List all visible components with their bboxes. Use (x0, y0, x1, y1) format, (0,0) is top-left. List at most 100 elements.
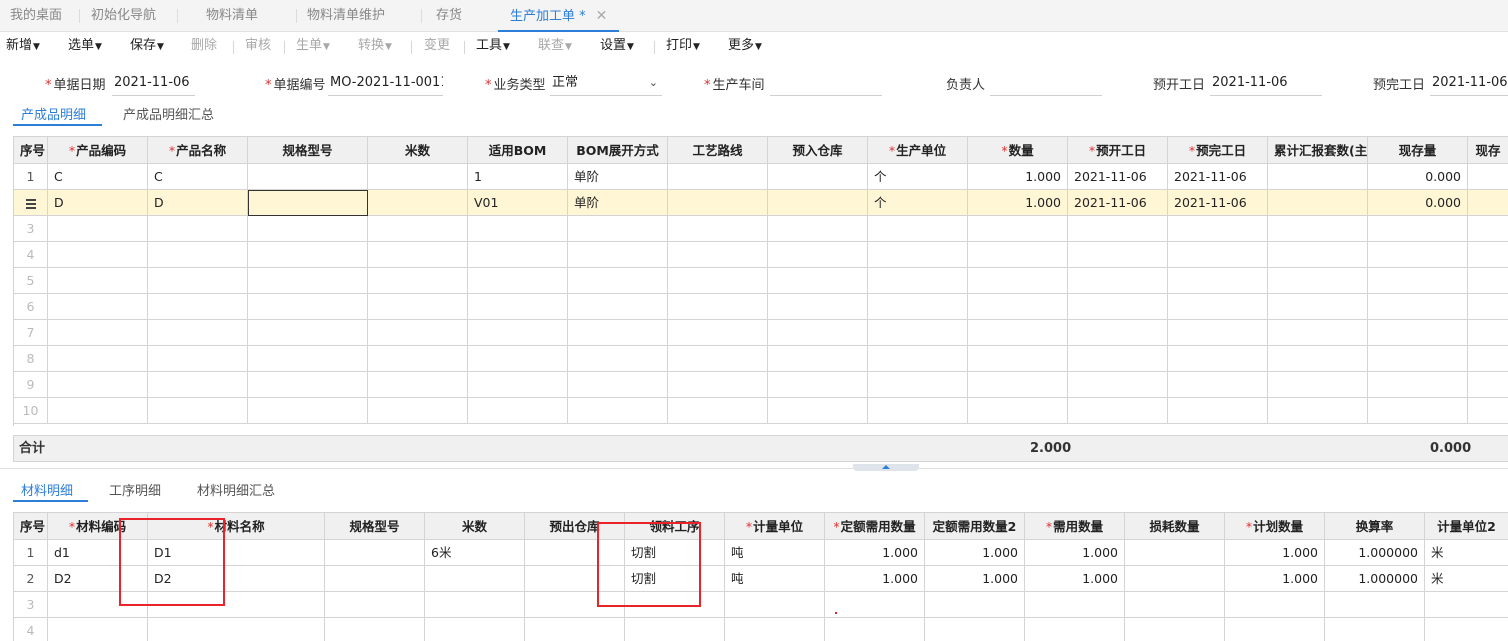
product-cell[interactable] (1368, 346, 1468, 372)
product-cell[interactable] (148, 294, 248, 320)
product-cell[interactable]: V01 (468, 190, 568, 216)
material-cell[interactable]: 6米 (425, 540, 525, 566)
product-cell[interactable] (768, 398, 868, 424)
product-cell[interactable] (1068, 242, 1168, 268)
product-cell[interactable] (248, 372, 368, 398)
material-cell[interactable]: 1.000 (825, 540, 925, 566)
product-cell[interactable] (1068, 320, 1168, 346)
material-cell[interactable]: 吨 (725, 566, 825, 592)
material-cell[interactable] (1225, 618, 1325, 641)
product-cell[interactable]: D (48, 190, 148, 216)
product-cell[interactable] (568, 320, 668, 346)
product-column-header[interactable]: 适用BOM (468, 136, 568, 164)
material-column-header[interactable]: *定额需用数量 (825, 512, 925, 540)
material-cell[interactable] (1125, 540, 1225, 566)
product-cell[interactable] (148, 398, 248, 424)
material-cell[interactable] (325, 566, 425, 592)
product-cell[interactable] (468, 346, 568, 372)
product-column-header[interactable]: 现存量 (1368, 136, 1468, 164)
change-button[interactable]: 变更 (424, 33, 450, 61)
tab-material-summary[interactable]: 材料明细汇总 (197, 480, 275, 499)
tab-production-order[interactable]: 生产加工单 * ✕ (498, 0, 620, 32)
product-cell[interactable] (1168, 372, 1268, 398)
product-cell[interactable] (468, 216, 568, 242)
product-cell[interactable] (248, 164, 368, 190)
product-column-header[interactable]: *预完工日 (1168, 136, 1268, 164)
product-cell[interactable] (368, 294, 468, 320)
product-cell[interactable]: 个 (868, 164, 968, 190)
material-cell[interactable] (1225, 592, 1325, 618)
product-cell[interactable] (248, 320, 368, 346)
product-cell[interactable] (968, 294, 1068, 320)
product-cell[interactable] (248, 216, 368, 242)
product-cell[interactable] (1168, 294, 1268, 320)
product-cell[interactable] (1268, 242, 1368, 268)
product-cell[interactable] (148, 216, 248, 242)
material-cell[interactable] (325, 592, 425, 618)
product-cell[interactable] (1368, 320, 1468, 346)
material-column-header[interactable]: 定额需用数量2 (925, 512, 1025, 540)
select-button[interactable]: 选单▼ (68, 33, 102, 61)
product-cell[interactable] (1268, 294, 1368, 320)
product-cell[interactable] (1268, 320, 1368, 346)
product-cell[interactable] (1268, 268, 1368, 294)
product-cell[interactable] (1468, 372, 1508, 398)
print-button[interactable]: 打印▼ (666, 33, 700, 61)
row-menu-icon[interactable] (14, 190, 48, 216)
product-cell[interactable] (1368, 372, 1468, 398)
product-cell[interactable] (48, 398, 148, 424)
end-date-field[interactable]: 2021-11-06 (1430, 72, 1508, 96)
product-cell[interactable]: 1.000 (968, 164, 1068, 190)
product-cell[interactable] (248, 190, 368, 216)
product-cell[interactable] (468, 398, 568, 424)
product-cell[interactable] (248, 398, 368, 424)
product-cell[interactable]: 单阶 (568, 190, 668, 216)
product-cell[interactable]: 单阶 (568, 164, 668, 190)
product-cell[interactable] (1168, 320, 1268, 346)
product-cell[interactable] (1368, 294, 1468, 320)
material-cell[interactable] (525, 618, 625, 641)
doc-no-field[interactable]: MO-2021-11-0011 (328, 72, 443, 96)
material-cell[interactable] (48, 618, 148, 641)
product-cell[interactable] (1468, 320, 1508, 346)
product-cell[interactable] (148, 372, 248, 398)
product-cell[interactable] (468, 268, 568, 294)
product-cell[interactable] (868, 268, 968, 294)
material-column-header[interactable]: *计量单位 (725, 512, 825, 540)
product-cell[interactable] (368, 398, 468, 424)
material-cell[interactable]: 1.000 (825, 566, 925, 592)
product-cell[interactable] (148, 268, 248, 294)
save-button[interactable]: 保存▼ (130, 33, 164, 61)
product-cell[interactable]: 2021-11-06 (1168, 164, 1268, 190)
product-cell[interactable] (1168, 242, 1268, 268)
product-cell[interactable] (368, 164, 468, 190)
product-cell[interactable] (48, 320, 148, 346)
material-cell[interactable] (1125, 566, 1225, 592)
material-cell[interactable]: 1.000 (1025, 566, 1125, 592)
close-icon[interactable]: ✕ (596, 8, 608, 24)
product-cell[interactable]: 2021-11-06 (1068, 190, 1168, 216)
product-column-header[interactable]: 累计汇报套数(主) (1268, 136, 1368, 164)
product-cell[interactable] (1468, 268, 1508, 294)
start-date-field[interactable]: 2021-11-06 (1210, 72, 1322, 96)
material-cell[interactable]: 1.000 (1225, 540, 1325, 566)
product-cell[interactable]: 2021-11-06 (1168, 190, 1268, 216)
material-cell[interactable]: 米 (1425, 566, 1508, 592)
product-cell[interactable] (768, 164, 868, 190)
product-cell[interactable] (768, 372, 868, 398)
material-column-header[interactable]: *需用数量 (1025, 512, 1125, 540)
product-cell[interactable] (968, 346, 1068, 372)
product-cell[interactable] (768, 216, 868, 242)
product-column-header[interactable]: *预开工日 (1068, 136, 1168, 164)
material-cell[interactable]: 1.000000 (1325, 566, 1425, 592)
product-cell[interactable] (1468, 294, 1508, 320)
audit-button[interactable]: 审核 (245, 33, 271, 61)
product-cell[interactable] (1168, 216, 1268, 242)
product-cell[interactable] (368, 320, 468, 346)
doc-date-field[interactable]: 2021-11-06 (112, 72, 195, 96)
product-cell[interactable] (768, 242, 868, 268)
product-cell[interactable] (568, 346, 668, 372)
material-column-header[interactable]: 换算率 (1325, 512, 1425, 540)
product-cell[interactable] (1268, 216, 1368, 242)
product-cell[interactable] (1368, 398, 1468, 424)
